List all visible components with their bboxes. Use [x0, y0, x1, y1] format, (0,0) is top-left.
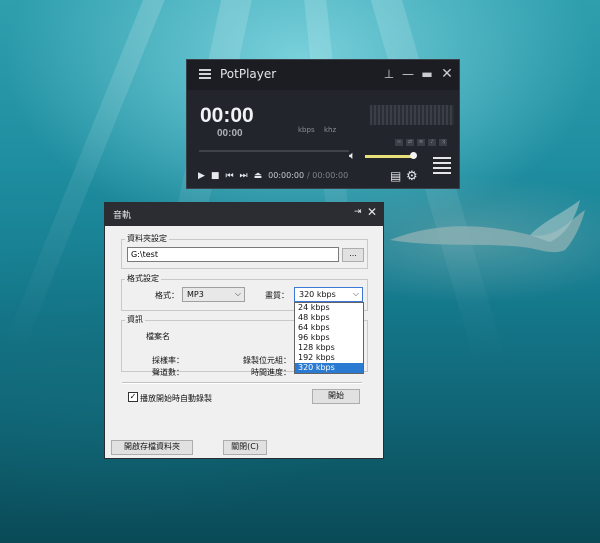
shuffle-icon[interactable]: ⇄: [406, 139, 414, 146]
minimize-icon[interactable]: —: [399, 65, 417, 83]
potplayer-titlebar[interactable]: PotPlayer ⊥ — ▬ ✕: [187, 60, 459, 90]
start-button[interactable]: 開始: [312, 389, 360, 404]
stop-icon[interactable]: ■: [211, 171, 220, 181]
quality-option[interactable]: 96 kbps: [295, 333, 363, 343]
pin-icon[interactable]: ⊥: [380, 65, 398, 83]
playlist-icon[interactable]: [433, 157, 451, 177]
format-select[interactable]: MP3 ⌵: [182, 287, 245, 302]
close-icon[interactable]: ✕: [438, 65, 456, 83]
eq-icon[interactable]: ≡: [417, 139, 425, 146]
progress-label: 時間進度：: [251, 368, 291, 377]
transport-bar: ▶ ■ ⏮︎ ⏭︎ ⏏︎ 00:00:00 / 00:00:00: [198, 171, 348, 181]
open-folder-button[interactable]: 開啟存檔資料夾: [111, 440, 193, 455]
menu-icon[interactable]: [199, 69, 211, 79]
volume-slider[interactable]: [365, 155, 413, 158]
mermaid-tail-image: [390, 200, 585, 253]
potplayer-window: PotPlayer ⊥ — ▬ ✕ 00:00 00:00 kbps khz ∞…: [186, 59, 460, 189]
samplerate-unit: khz: [324, 126, 337, 134]
time-display: 00:00: [200, 104, 254, 127]
info-group-label: 資訊: [125, 314, 145, 325]
quality-option[interactable]: 192 kbps: [295, 353, 363, 363]
repeat-icon[interactable]: ∞: [395, 139, 403, 146]
close-button[interactable]: 關閉(C): [223, 440, 267, 455]
chevron-down-icon: ⌵: [352, 289, 359, 298]
audio-icon[interactable]: ♪: [428, 139, 436, 146]
quality-option-selected[interactable]: 320 kbps: [295, 363, 363, 373]
previous-icon[interactable]: ⏮︎: [225, 171, 233, 181]
eq-buttons: ∞ ⇄ ≡ ♪ ⤨: [395, 128, 450, 147]
auto-record-checkbox[interactable]: ✓: [128, 392, 138, 402]
quality-value: 320 kbps: [299, 290, 336, 299]
divider: [122, 382, 362, 384]
dialog-title: 音軌: [113, 211, 132, 221]
format-label: 格式：: [155, 291, 179, 300]
dialog-titlebar[interactable]: 音軌 ⇥ ✕: [105, 203, 383, 226]
time-display-sub: 00:00: [217, 128, 243, 139]
next-icon[interactable]: ⏭︎: [240, 171, 248, 181]
auto-record-label: 播放開始時自動錄製: [140, 394, 212, 403]
quality-select[interactable]: 320 kbps ⌵: [294, 287, 363, 302]
channels-label: 聲道數：: [152, 368, 184, 377]
quality-dropdown-list: 24 kbps 48 kbps 64 kbps 96 kbps 128 kbps…: [294, 302, 364, 374]
pin-icon[interactable]: ⇥: [354, 207, 362, 217]
quality-option[interactable]: 24 kbps: [295, 303, 363, 313]
bitrate-unit: kbps: [298, 126, 315, 134]
filename-label: 檔案名: [146, 332, 170, 341]
format-value: MP3: [187, 290, 204, 299]
close-icon[interactable]: ✕: [367, 205, 377, 219]
seek-bar[interactable]: [199, 150, 349, 152]
quality-option[interactable]: 64 kbps: [295, 323, 363, 333]
cross-icon[interactable]: ⤨: [439, 139, 447, 146]
potplayer-title: PotPlayer: [220, 67, 277, 81]
spectrum-display: [370, 105, 454, 125]
browse-button[interactable]: ...: [342, 248, 364, 262]
volume-knob[interactable]: [410, 152, 417, 159]
folder-path-input[interactable]: G:\test: [127, 247, 339, 262]
play-icon[interactable]: ▶: [198, 171, 205, 181]
current-time: 00:00:00: [268, 171, 305, 180]
chevron-down-icon: ⌵: [234, 289, 241, 298]
eject-icon[interactable]: ⏏︎: [254, 171, 263, 181]
quality-option[interactable]: 128 kbps: [295, 343, 363, 353]
quality-option[interactable]: 48 kbps: [295, 313, 363, 323]
quality-label: 畫質：: [265, 291, 289, 300]
subtitle-icon[interactable]: ▤: [390, 169, 401, 183]
total-time: / 00:00:00: [306, 171, 349, 180]
samplerate-label: 採樣率：: [152, 356, 184, 365]
settings-icon[interactable]: ⚙: [406, 169, 418, 184]
folder-settings-label: 資料夾設定: [125, 233, 169, 244]
maximize-icon[interactable]: ▬: [418, 65, 436, 83]
volume-icon[interactable]: 🔈︎: [349, 149, 356, 163]
bits-label: 錄製位元組：: [243, 356, 291, 365]
format-settings-label: 格式設定: [125, 273, 161, 284]
